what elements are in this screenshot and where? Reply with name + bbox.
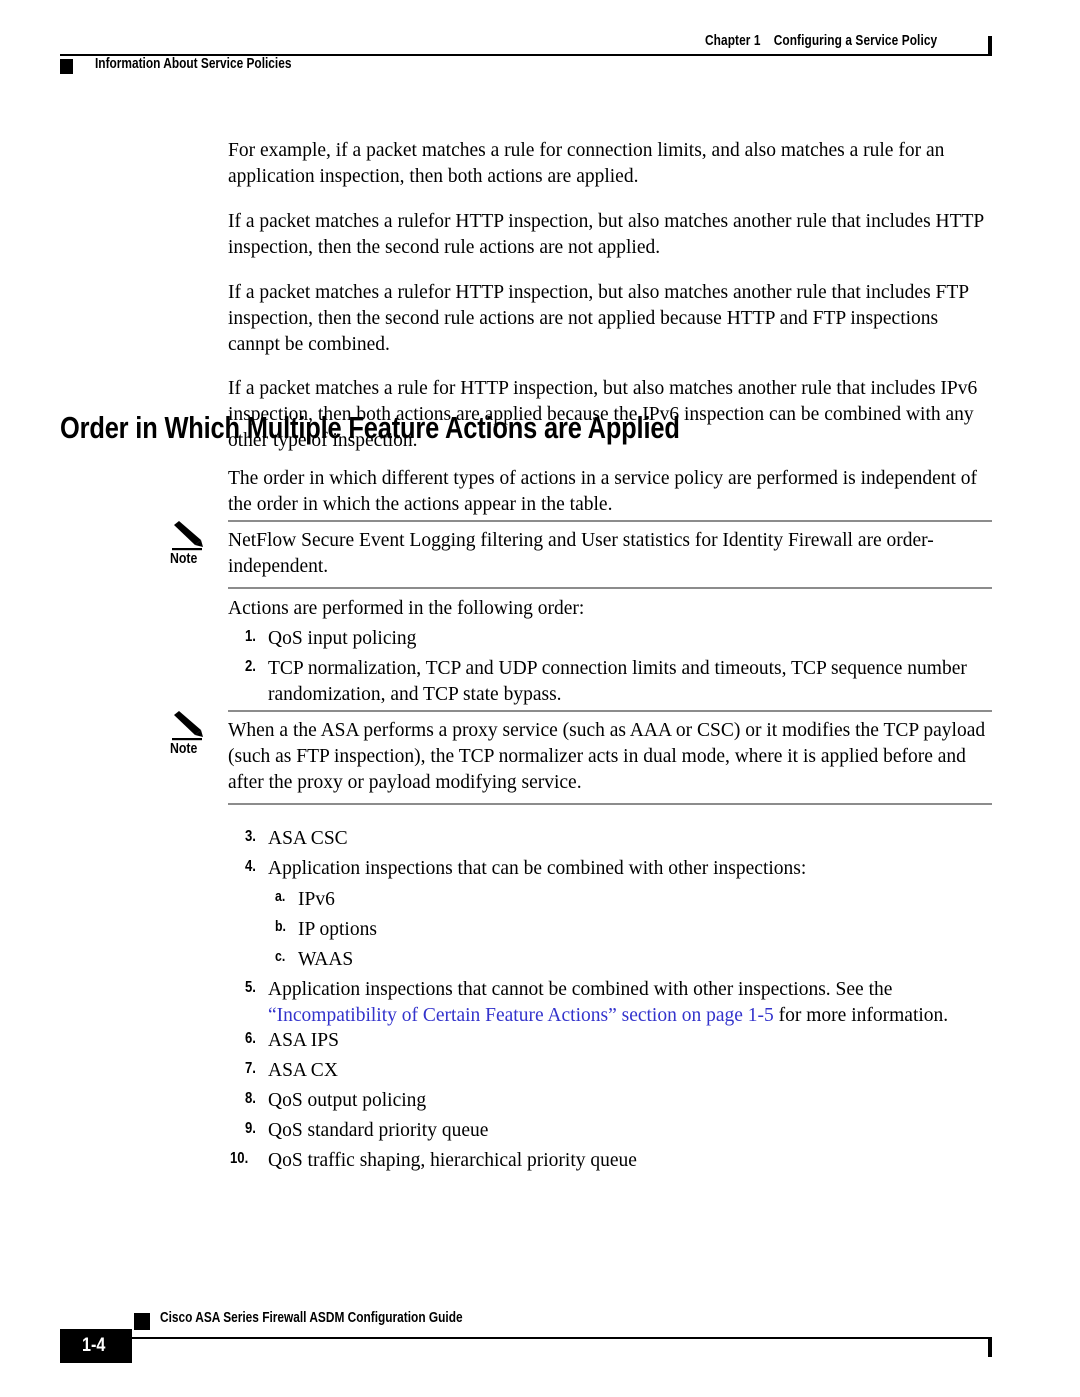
section-heading-text: Order in Which Multiple Feature Actions … bbox=[60, 410, 680, 445]
list-item-label: TCP normalization, TCP and UDP connectio… bbox=[268, 658, 967, 705]
step-5-text-after: for more information. bbox=[773, 1004, 949, 1026]
list-item-number: a. bbox=[275, 888, 286, 905]
page-title: Order in Which Multiple Feature Actions … bbox=[60, 410, 816, 446]
list-item-number: 10. bbox=[229, 1150, 248, 1167]
intro-paragraph-2: If a packet matches a rulefor HTTP inspe… bbox=[228, 210, 984, 258]
list-item-label: QoS traffic shaping, hierarchical priori… bbox=[268, 1150, 637, 1171]
note-callout-two: Note When a the ASA performs a proxy ser… bbox=[170, 710, 992, 805]
list-item-number: 1. bbox=[244, 628, 256, 645]
list-item-label: ASA CX bbox=[268, 1060, 338, 1081]
list-item-label: QoS input policing bbox=[268, 628, 417, 649]
page-header: Chapter 1 Configuring a Service Policy In… bbox=[0, 0, 1080, 95]
footer-tick-mark bbox=[988, 1337, 992, 1357]
pencil-icon bbox=[170, 710, 210, 742]
list-item-step-4: 4. Application inspections that can be c… bbox=[228, 856, 992, 882]
list-item-number: 8. bbox=[244, 1090, 256, 1107]
header-running-head-text: Information About Service Policies bbox=[95, 56, 292, 72]
intro-paragraph-3: If a packet matches a rulefor HTTP inspe… bbox=[228, 281, 969, 355]
list-item-label: IP options bbox=[298, 919, 377, 940]
note-text-one: NetFlow Secure Event Logging filtering a… bbox=[228, 530, 934, 577]
list-item-number: 2. bbox=[244, 658, 256, 675]
list-item-number: c. bbox=[275, 948, 286, 965]
note-body-one: NetFlow Secure Event Logging filtering a… bbox=[228, 520, 992, 589]
intro-paragraph-1: For example, if a packet matches a rule … bbox=[228, 140, 945, 187]
order-intro-paragraph: Actions are performed in the following o… bbox=[228, 598, 585, 619]
list-item-label: IPv6 bbox=[298, 889, 335, 910]
list-item-step-4a: a. IPv6 bbox=[258, 887, 992, 913]
list-item-step-2: 2. TCP normalization, TCP and UDP connec… bbox=[228, 656, 992, 708]
list-item-step-10: 10. QoS traffic shaping, hierarchical pr… bbox=[222, 1148, 992, 1174]
list-item-label: WAAS bbox=[298, 949, 354, 970]
header-tick-mark bbox=[988, 36, 992, 56]
list-item-number: 4. bbox=[244, 858, 256, 875]
header-chapter-title: Configuring a Service Policy bbox=[773, 33, 938, 49]
list-item-step-4c: c. WAAS bbox=[258, 947, 992, 973]
list-item-label: ASA CSC bbox=[268, 828, 348, 849]
list-item-number: 9. bbox=[244, 1120, 256, 1137]
note-label-two: Note bbox=[170, 740, 198, 757]
list-item-step-8: 8. QoS output policing bbox=[228, 1088, 992, 1114]
note-callout-one: Note NetFlow Secure Event Logging filter… bbox=[170, 520, 992, 589]
footer-guide-title: Cisco ASA Series Firewall ASDM Configura… bbox=[160, 1310, 463, 1326]
list-item-label: QoS output policing bbox=[268, 1090, 427, 1111]
footer-square-bullet-icon bbox=[134, 1313, 150, 1330]
list-item-label: ASA IPS bbox=[268, 1030, 339, 1051]
header-chapter-label: Chapter 1 bbox=[704, 33, 761, 49]
note-body-two: When a the ASA performs a proxy service … bbox=[228, 710, 992, 805]
list-item-step-3: 3. ASA CSC bbox=[228, 826, 992, 852]
list-item-step-7: 7. ASA CX bbox=[228, 1058, 992, 1084]
list-item-number: 6. bbox=[244, 1030, 256, 1047]
list-item-step-5: 5. Application inspections that cannot b… bbox=[228, 977, 992, 1029]
list-item-number: 5. bbox=[244, 979, 256, 996]
list-item-step-9: 9. QoS standard priority queue bbox=[228, 1118, 992, 1144]
list-item-step-4b: b. IP options bbox=[258, 917, 992, 943]
list-item-step-1: 1. QoS input policing bbox=[228, 626, 992, 652]
header-running-head: Information About Service Policies bbox=[95, 56, 335, 72]
list-item-step-6: 6. ASA IPS bbox=[228, 1028, 992, 1054]
list-item-number: 7. bbox=[244, 1060, 256, 1077]
header-square-bullet-icon bbox=[60, 57, 73, 75]
header-chapter: Chapter 1 Configuring a Service Policy bbox=[705, 33, 988, 49]
list-item-label: QoS standard priority queue bbox=[268, 1120, 489, 1141]
step-5-text-before: Application inspections that cannot be c… bbox=[268, 979, 893, 1000]
cross-reference-link[interactable]: “Incompatibility of Certain Feature Acti… bbox=[268, 1005, 774, 1026]
list-item-label: Application inspections that cannot be c… bbox=[268, 977, 992, 1029]
list-item-number: b. bbox=[274, 918, 286, 935]
note-label-one: Note bbox=[170, 550, 198, 567]
pencil-icon bbox=[170, 520, 210, 552]
footer-page-number: 1-4 bbox=[60, 1329, 132, 1363]
list-item-number: 3. bbox=[244, 828, 256, 845]
note-text-two: When a the ASA performs a proxy service … bbox=[228, 720, 986, 793]
footer-rule bbox=[88, 1337, 992, 1339]
section-lead-paragraph: The order in which different types of ac… bbox=[228, 468, 978, 515]
list-item-label: Application inspections that can be comb… bbox=[268, 858, 807, 879]
